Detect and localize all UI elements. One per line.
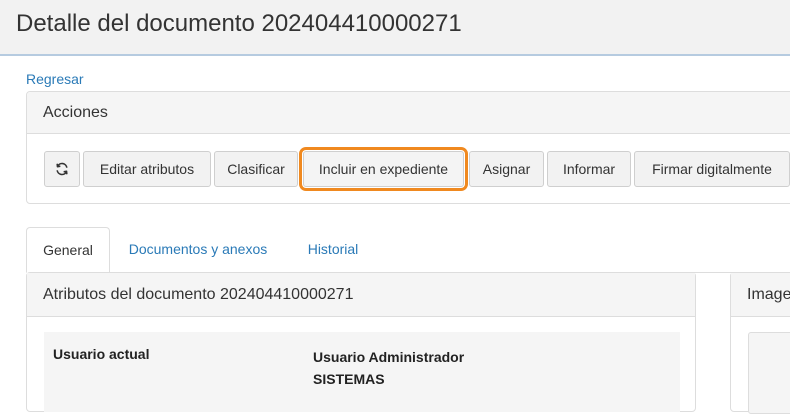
image-preview [748,332,790,414]
page-header: Detalle del documento 202404410000271 [0,0,790,56]
page-title: Detalle del documento 202404410000271 [16,10,462,37]
inform-button[interactable]: Informar [547,151,631,187]
image-panel-title: Image [731,273,790,317]
refresh-button[interactable] [44,151,80,187]
tab-documents-annexes[interactable]: Documentos y anexos [120,227,276,272]
attributes-table: Usuario actual Usuario Administrador SIS… [44,332,680,412]
assign-button[interactable]: Asignar [469,151,544,187]
include-in-file-button[interactable]: Incluir en expediente [299,147,468,191]
refresh-icon [55,161,69,177]
image-panel: Image [730,272,790,414]
back-link[interactable]: Regresar [26,71,84,87]
tab-general[interactable]: General [26,227,110,273]
actions-panel: Acciones Editar atributos Clasificar Inc… [26,91,790,204]
tab-bar: General Documentos y anexos Historial [26,227,790,273]
digital-sign-button[interactable]: Firmar digitalmente [634,151,790,187]
attributes-panel-title: Atributos del documento 202404410000271 [27,273,695,317]
actions-panel-title: Acciones [27,92,790,134]
tab-history[interactable]: Historial [296,227,370,272]
attribute-value-current-user: Usuario Administrador SISTEMAS [313,346,464,390]
classify-button[interactable]: Clasificar [214,151,298,187]
current-user-name: Usuario Administrador [313,349,465,365]
current-user-dependency: SISTEMAS [313,371,385,387]
edit-attributes-button[interactable]: Editar atributos [83,151,211,187]
attribute-label-current-user: Usuario actual [53,346,150,362]
attributes-panel: Atributos del documento 202404410000271 … [26,272,696,412]
